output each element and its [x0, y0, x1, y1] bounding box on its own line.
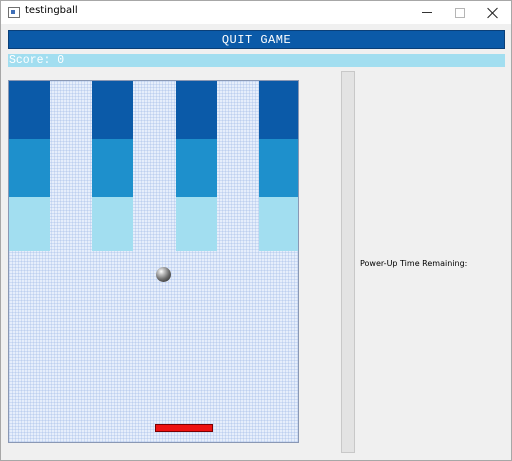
powerup-progress-bar: [341, 71, 355, 453]
title-bar: testingball: [1, 1, 511, 24]
minimize-icon: [422, 12, 432, 13]
brick-r1-c3: [176, 81, 217, 139]
score-label: Score: 0: [9, 54, 65, 67]
brick-r1-c1: [9, 81, 50, 139]
brick-r3-c1: [9, 197, 50, 251]
brick-r2-c4: [259, 139, 298, 197]
maximize-icon: [455, 7, 465, 18]
brick-r3-c3: [176, 197, 217, 251]
brick-r1-c4: [259, 81, 298, 139]
ball: [156, 267, 171, 282]
brick-r2-c2: [92, 139, 133, 197]
paddle[interactable]: [155, 424, 213, 432]
brick-r3-c2: [92, 197, 133, 251]
maximize-button[interactable]: [443, 1, 477, 24]
game-canvas[interactable]: [8, 80, 299, 443]
minimize-button[interactable]: [410, 1, 444, 24]
brick-r2-c3: [176, 139, 217, 197]
close-icon: [487, 7, 499, 19]
quit-game-button[interactable]: QUIT GAME: [8, 30, 505, 49]
brick-r2-c1: [9, 139, 50, 197]
score-bar: Score: 0: [8, 54, 505, 67]
app-icon: [8, 7, 20, 18]
game-window: testingball QUIT GAME Score: 0 Power-Up …: [0, 0, 512, 461]
brick-r1-c2: [92, 81, 133, 139]
brick-r3-c4: [259, 197, 298, 251]
close-button[interactable]: [476, 1, 510, 24]
window-title: testingball: [25, 5, 78, 16]
powerup-label: Power-Up Time Remaining:: [360, 259, 468, 268]
